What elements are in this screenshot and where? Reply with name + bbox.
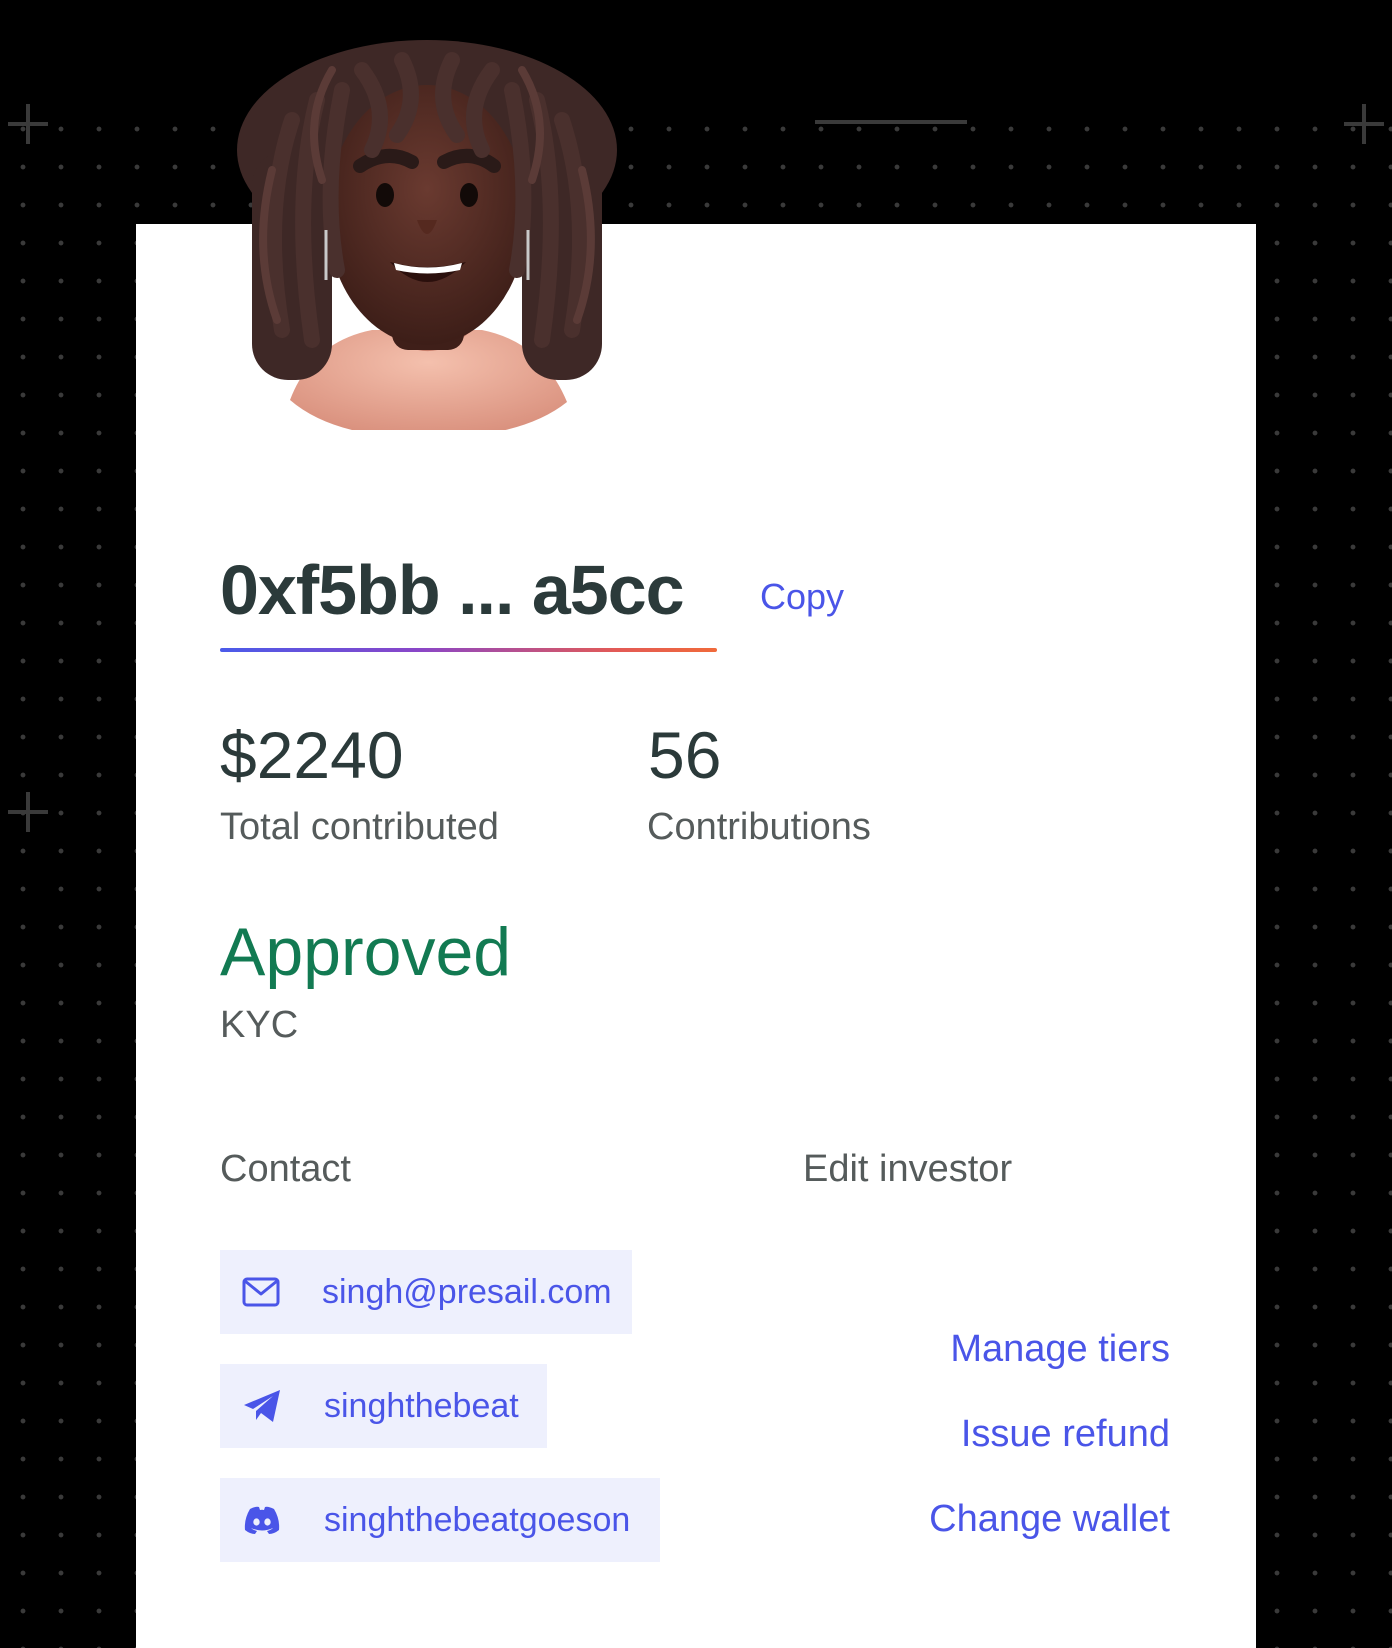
avatar [237,40,617,430]
background-plus-icon [1344,104,1384,144]
contact-telegram-text: singhthebeat [324,1386,519,1425]
edit-investor-heading: Edit investor [803,1148,1013,1190]
contact-heading: Contact [220,1148,351,1190]
issue-refund-link[interactable]: Issue refund [961,1415,1170,1453]
contact-discord-text: singhthebeatgoeson [324,1500,631,1539]
total-contributed-value: $2240 [220,718,404,792]
change-wallet-link[interactable]: Change wallet [929,1500,1170,1538]
kyc-status: Approved [220,914,512,990]
background-plus-icon [8,104,48,144]
mail-icon [242,1272,280,1312]
telegram-icon [242,1386,282,1426]
discord-icon [242,1500,282,1540]
contact-email-chip[interactable]: singh@presail.com [220,1250,632,1334]
background-line [815,120,967,124]
contact-email-text: singh@presail.com [322,1272,612,1311]
kyc-label: KYC [220,1004,299,1046]
total-contributed-label: Total contributed [220,806,499,848]
wallet-address: 0xf5bb ... a5cc [220,551,685,629]
contributions-label: Contributions [647,806,871,848]
contact-telegram-chip[interactable]: singhthebeat [220,1364,547,1448]
contributions-value: 56 [648,718,722,792]
copy-button[interactable]: Copy [760,576,844,618]
background-plus-icon [8,792,48,832]
address-underline [220,648,717,652]
wallet-address-row: 0xf5bb ... a5cc [220,550,685,630]
manage-tiers-link[interactable]: Manage tiers [950,1330,1170,1368]
contact-discord-chip[interactable]: singhthebeatgoeson [220,1478,660,1562]
